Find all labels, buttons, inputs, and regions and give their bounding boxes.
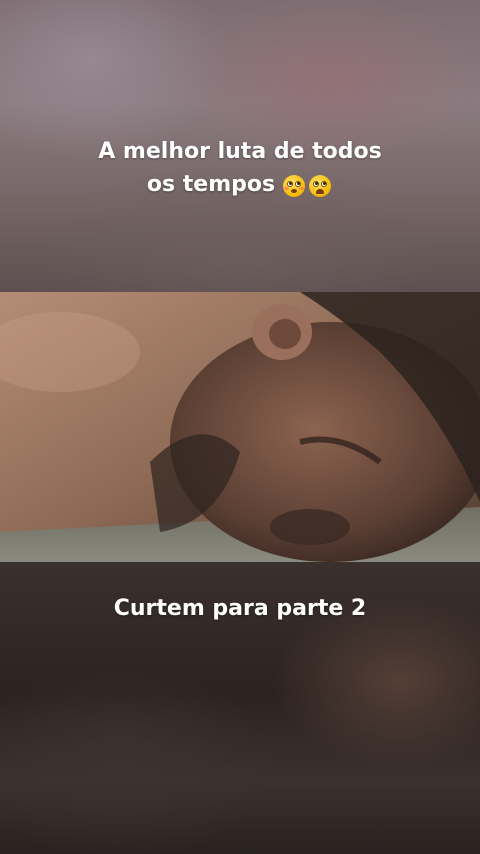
flushed-face-icon: [283, 174, 306, 197]
emoji-group: [281, 169, 333, 202]
top-caption: A melhor luta de todos os tempos: [0, 135, 480, 202]
bottom-caption: Curtem para parte 2: [113, 596, 367, 621]
top-caption-line-2-text: os tempos: [146, 172, 276, 197]
video-post-screen[interactable]: A melhor luta de todos os tempos Curtem …: [0, 0, 480, 854]
worried-face-icon: [309, 174, 332, 197]
video-frame[interactable]: [0, 292, 480, 562]
top-caption-line-2: os tempos: [0, 168, 480, 202]
video-still-image: [0, 292, 480, 562]
top-caption-line-1: A melhor luta de todos: [98, 139, 382, 164]
